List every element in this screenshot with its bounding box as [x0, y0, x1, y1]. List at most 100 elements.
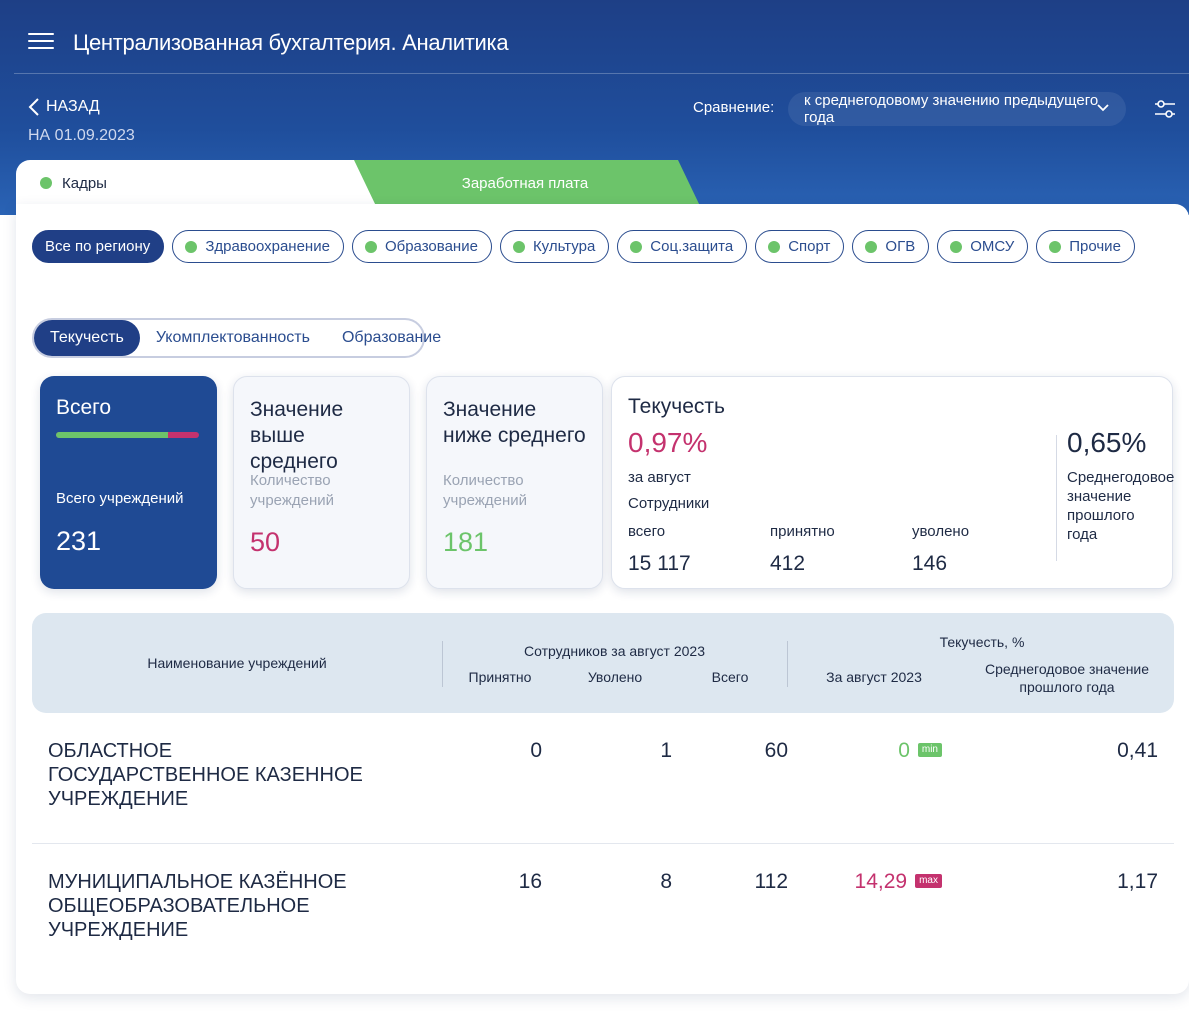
total-card-label: Всего учреждений: [56, 490, 184, 507]
staff-total-label: всего: [628, 523, 666, 540]
above-card-title: Значение выше среднего: [250, 398, 344, 473]
avg-turnover-label: Среднегодовое значение прошлого года: [1067, 469, 1175, 543]
total-card[interactable]: Всего Всего учреждений 231: [40, 376, 217, 589]
avg-turnover-value: 0,65%: [1067, 427, 1147, 458]
subtab-education[interactable]: Образование: [326, 320, 457, 356]
staff-hired-label: принятно: [770, 523, 835, 540]
header-fired: Уволено: [587, 669, 643, 685]
metric-switcher: Текучесть Укомплектованность Образование: [32, 318, 441, 358]
avg-turnover-cell: 1,17: [1117, 870, 1158, 893]
tab-salary[interactable]: Заработная плата: [350, 160, 700, 206]
header-staff-group: Сотрудников за август 2023: [524, 643, 705, 659]
chip-social[interactable]: Соц.защита: [617, 230, 748, 263]
chip-omsu[interactable]: ОМСУ: [937, 230, 1029, 263]
chip-ogv[interactable]: ОГВ: [852, 230, 930, 263]
header-turnover-group: Текучесть, %: [939, 634, 1025, 650]
app-title: Централизованная бухгалтерия. Аналитика: [73, 30, 509, 55]
turnover-title: Текучесть: [628, 395, 725, 418]
institution-name: ОБЛАСТНОЕ ГОСУДАРСТВЕННОЕ КАЗЕННОЕ УЧРЕЖ…: [48, 740, 363, 810]
below-average-card[interactable]: Значение ниже среднего Количество учрежд…: [426, 376, 603, 589]
chip-label: ОМСУ: [970, 238, 1015, 255]
comparison-label: Сравнение:: [693, 99, 775, 116]
report-date: НА 01.09.2023: [28, 127, 135, 144]
main-panel: Все по региону Здравоохранение Образован…: [16, 204, 1189, 994]
back-button[interactable]: НАЗАД: [28, 97, 100, 117]
staff-fired-value: 146: [912, 552, 948, 575]
fired-cell: 8: [660, 870, 672, 893]
chip-label: Прочие: [1069, 238, 1121, 255]
dot-icon: [950, 240, 963, 253]
above-card-value: 50: [250, 527, 281, 557]
staff-hired-value: 412: [770, 552, 806, 575]
tab-staff-label: Кадры: [62, 174, 107, 192]
staff-fired: уволено 146: [912, 523, 969, 576]
chip-sport[interactable]: Спорт: [755, 230, 845, 263]
chip-label: ОГВ: [885, 238, 916, 255]
distribution-bar: [56, 432, 199, 438]
divider: [1056, 435, 1057, 561]
hamburger-menu-icon[interactable]: [28, 33, 54, 51]
chip-label: Здравоохранение: [205, 238, 330, 255]
table-row[interactable]: МУНИЦИПАЛЬНОЕ КАЗЁННОЕ ОБЩЕОБРАЗОВАТЕЛЬН…: [32, 843, 1174, 973]
subtab-turnover[interactable]: Текучесть: [34, 320, 140, 356]
header-divider: [787, 641, 788, 687]
header-total: Всего: [711, 669, 749, 685]
month-turnover-value: 0: [898, 739, 910, 762]
back-label: НАЗАД: [46, 98, 100, 115]
dot-icon: [768, 240, 781, 253]
chip-label: Соц.защита: [650, 238, 734, 255]
chip-label: Образование: [384, 238, 478, 255]
dot-icon: [185, 240, 198, 253]
max-badge: max: [915, 874, 942, 888]
header-divider: [442, 641, 443, 687]
avg-turnover-cell: 0,41: [1117, 739, 1158, 762]
table-row[interactable]: ОБЛАСТНОЕ ГОСУДАРСТВЕННОЕ КАЗЕННОЕ УЧРЕЖ…: [32, 713, 1174, 843]
above-card-label: Количество учреждений: [250, 472, 335, 509]
min-badge: min: [917, 743, 942, 757]
staff-fired-label: уволено: [912, 523, 970, 540]
chip-healthcare[interactable]: Здравоохранение: [172, 230, 344, 263]
total-card-value: 231: [56, 526, 102, 556]
category-filter: Все по региону Здравоохранение Образован…: [32, 230, 1135, 263]
turnover-card: Текучесть 0,97% за август Сотрудники все…: [611, 376, 1175, 589]
chevron-left-icon: [28, 98, 39, 116]
comparison-select[interactable]: к среднегодовому значению предыдущего го…: [788, 92, 1126, 126]
header-month: За август 2023: [826, 669, 922, 685]
dot-icon: [1049, 240, 1062, 253]
header-avg: Среднегодовое значение прошлого года: [984, 661, 1150, 695]
subtab-staffing[interactable]: Укомплектованность: [140, 320, 326, 356]
turnover-period: за август: [628, 469, 691, 486]
below-card-value: 181: [443, 527, 489, 557]
month-turnover-value: 14,29: [854, 870, 908, 893]
header-name: Наименование учреждений: [147, 655, 327, 671]
header-hired: Принятно: [468, 669, 532, 685]
below-card-label: Количество учреждений: [443, 472, 528, 509]
month-turnover-cell: 0 min: [802, 739, 942, 763]
chip-label: Культура: [532, 238, 596, 255]
month-turnover-cell: 14,29 max: [802, 870, 942, 894]
hired-cell: 16: [518, 870, 542, 893]
chip-all-region[interactable]: Все по региону: [32, 230, 165, 263]
top-bar: Централизованная бухгалтерия. Аналитика: [14, 0, 1189, 74]
filter-settings-icon[interactable]: [1152, 96, 1178, 122]
chip-culture[interactable]: Культура: [499, 230, 610, 263]
hired-cell: 0: [530, 739, 542, 762]
chip-other[interactable]: Прочие: [1036, 230, 1135, 263]
comparison-value: к среднегодовому значению предыдущего го…: [804, 92, 1099, 126]
dot-icon: [364, 240, 377, 253]
chip-label: Все по региону: [45, 238, 151, 255]
fired-cell: 1: [660, 739, 672, 762]
tab-staff[interactable]: Кадры: [16, 160, 376, 206]
dot-icon: [512, 240, 525, 253]
dot-icon: [630, 240, 643, 253]
below-card-title: Значение ниже среднего: [443, 398, 586, 447]
staff-hired: принятно 412: [770, 523, 835, 576]
turnover-value: 0,97%: [628, 427, 708, 458]
total-card-title: Всего: [56, 396, 112, 419]
status-dot-icon: [40, 177, 52, 189]
chip-label: Спорт: [788, 238, 831, 255]
above-average-card[interactable]: Значение выше среднего Количество учрежд…: [233, 376, 410, 589]
staff-total: всего 15 117: [628, 523, 691, 576]
chip-education[interactable]: Образование: [351, 230, 492, 263]
institution-name: МУНИЦИПАЛЬНОЕ КАЗЁННОЕ ОБЩЕОБРАЗОВАТЕЛЬН…: [48, 871, 347, 941]
